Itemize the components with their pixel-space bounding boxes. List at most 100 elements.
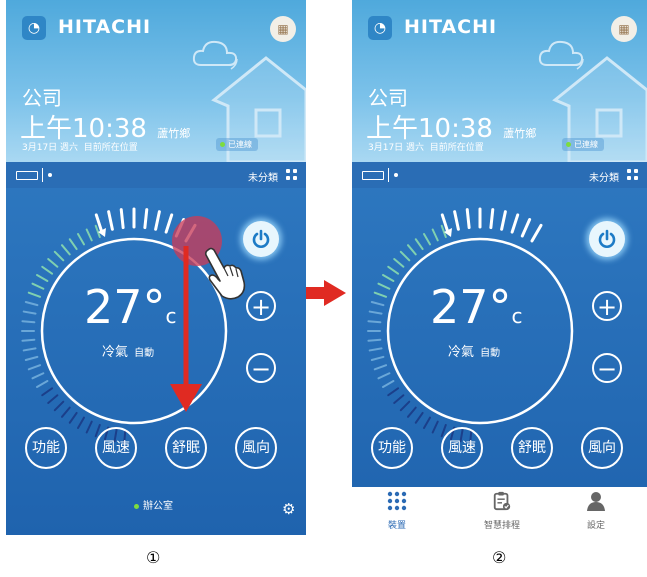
dial-tick: [373, 291, 388, 298]
location-name: 公司: [368, 86, 408, 110]
device-topbar: 未分類: [6, 162, 306, 188]
mode-label: 冷氣: [102, 345, 129, 360]
dial-tick: [407, 406, 417, 418]
grid-icon[interactable]: [286, 169, 298, 181]
power-button[interactable]: [589, 221, 625, 257]
function-button[interactable]: 功能: [25, 427, 67, 469]
dial-tick: [370, 301, 385, 307]
calendar-icon[interactable]: ▦: [270, 16, 296, 42]
dial-tick: [407, 244, 417, 256]
nav-label: 設定: [586, 521, 605, 531]
date-note: 目前所在位置: [429, 143, 484, 153]
dial-tick: [382, 274, 395, 282]
temperature-value: 27°: [84, 280, 166, 334]
dial-tick: [31, 372, 45, 380]
dial-tick: [431, 228, 439, 242]
dial-tick: [36, 380, 49, 388]
dial-tick: [27, 291, 42, 298]
grid-icon[interactable]: [627, 169, 639, 181]
dial-tick: [27, 364, 42, 371]
control-panel: 未分類 27°c 冷氣 自動: [6, 162, 306, 535]
dial-tick: [368, 310, 383, 315]
header: ◔ HITACHI ▦ 公司 上午10:38 蘆竹鄉 3月17日 週六 目前所在…: [6, 0, 306, 162]
dial-tick-active: [530, 223, 543, 243]
increase-temp-button[interactable]: +: [592, 291, 622, 321]
dial-tick: [382, 380, 395, 388]
gear-icon[interactable]: ⚙: [282, 500, 295, 518]
dial-tick: [414, 411, 424, 424]
power-icon: [598, 229, 616, 248]
dial-tick: [367, 338, 382, 342]
dial-tick: [53, 250, 65, 262]
room-dot: [134, 503, 139, 509]
status-dot: [220, 142, 225, 147]
dial-tick: [85, 228, 93, 242]
swing-button[interactable]: 風向: [235, 427, 277, 469]
wifi-logo-icon: ◔: [368, 16, 392, 40]
decrease-temp-button[interactable]: −: [246, 353, 276, 383]
control-panel: 未分類 27°c 冷氣 自動: [352, 162, 647, 535]
dial-tick-active: [510, 213, 520, 234]
screen-before: ◔ HITACHI ▦ 公司 上午10:38 蘆竹鄉 3月17日 週六 目前所在…: [6, 0, 306, 535]
dial-tick: [21, 338, 36, 342]
function-button[interactable]: 功能: [371, 427, 413, 469]
device-topbar: 未分類: [352, 162, 647, 188]
status-text: 已連線: [574, 140, 598, 149]
mode-label: 冷氣: [448, 345, 475, 360]
ac-unit-icon[interactable]: [362, 171, 384, 180]
dial-tick: [47, 258, 59, 268]
group-label[interactable]: 未分類: [589, 169, 619, 184]
plus-icon: +: [596, 293, 618, 321]
step-two-label: ②: [492, 548, 507, 567]
calendar-icon[interactable]: ▦: [611, 16, 637, 42]
dial-tick: [22, 347, 37, 352]
status-text: 已連線: [228, 140, 252, 149]
ac-unit-icon[interactable]: [16, 171, 38, 180]
date-text: 3月17日 週六: [368, 143, 425, 153]
dial-tick: [399, 250, 411, 262]
dial-tick: [387, 387, 400, 397]
increase-temp-button[interactable]: +: [246, 291, 276, 321]
temperature-display: 27°c: [430, 280, 523, 334]
date-line: 3月17日 週六 目前所在位置: [22, 140, 138, 153]
dial-tick: [22, 310, 37, 315]
power-icon: [252, 229, 270, 248]
dial-tick-active: [164, 213, 174, 234]
grid-icon: [387, 491, 407, 511]
dial-tick-active: [154, 210, 161, 231]
dial-tick: [393, 394, 405, 404]
date-note: 目前所在位置: [83, 143, 138, 153]
plus-icon: +: [250, 293, 272, 321]
sleep-button[interactable]: 舒眠: [165, 427, 207, 469]
fan-speed-button[interactable]: 風速: [95, 427, 137, 469]
room-label[interactable]: 辦公室: [134, 497, 173, 512]
hand-pointer-icon: [204, 247, 246, 300]
mode-display: 冷氣 自動: [102, 341, 154, 360]
dial-tick-active: [107, 210, 114, 231]
dial-tick: [31, 282, 45, 290]
bottom-nav: 裝置 智慧排程 設定: [352, 487, 647, 535]
dial-tick-active: [465, 208, 471, 230]
swing-button[interactable]: 風向: [581, 427, 623, 469]
clock-place: 蘆竹鄉: [503, 127, 537, 140]
nav-devices[interactable]: 裝置: [362, 487, 432, 535]
dial-tick: [61, 244, 71, 256]
dial-tick: [370, 355, 385, 361]
page-dot-icon: [394, 173, 398, 177]
fan-label: 自動: [480, 348, 501, 359]
decrease-temp-button[interactable]: −: [592, 353, 622, 383]
room-name: 辦公室: [143, 501, 173, 512]
next-step-arrow: [306, 280, 346, 306]
nav-schedule[interactable]: 智慧排程: [467, 487, 537, 535]
nav-settings[interactable]: 設定: [561, 487, 631, 535]
group-label[interactable]: 未分類: [248, 169, 278, 184]
sleep-button[interactable]: 舒眠: [511, 427, 553, 469]
power-button[interactable]: [243, 221, 279, 257]
divider: [42, 168, 43, 182]
dial-tick: [61, 406, 71, 418]
dial-tick-active: [500, 210, 507, 231]
schedule-icon: [493, 491, 511, 511]
fan-speed-button[interactable]: 風速: [441, 427, 483, 469]
screen-after: ◔ HITACHI ▦ 公司 上午10:38 蘆竹鄉 3月17日 週六 目前所在…: [352, 0, 647, 535]
dial-tick: [77, 233, 85, 246]
